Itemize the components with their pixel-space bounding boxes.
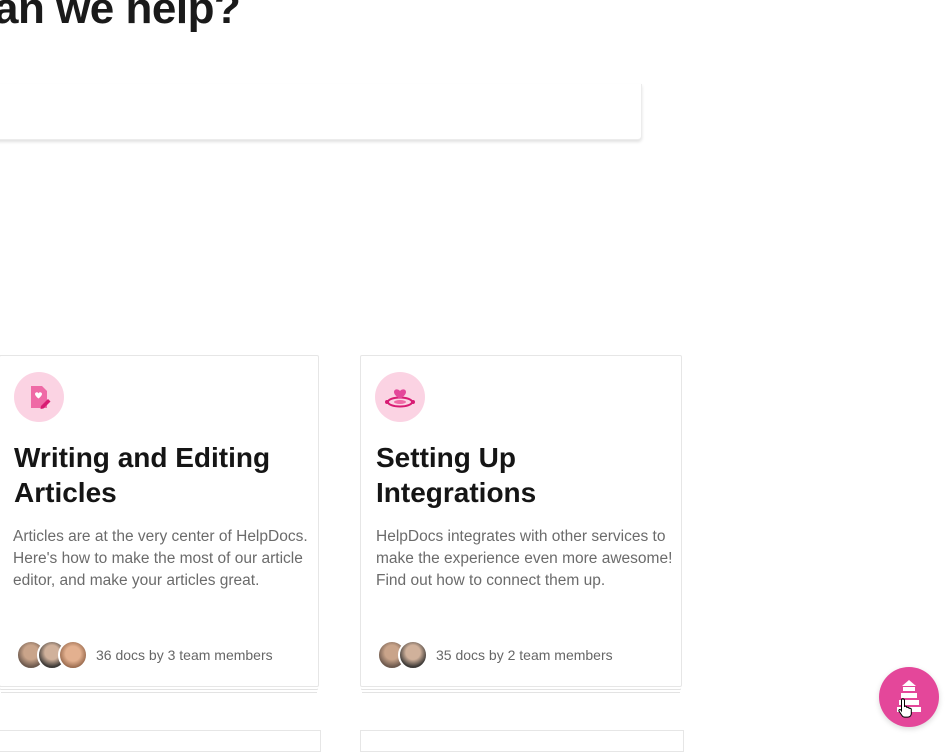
category-card[interactable] [0, 730, 321, 752]
category-title[interactable]: Setting Up Integrations [376, 440, 666, 510]
help-launcher-button[interactable] [879, 667, 939, 727]
search-input[interactable] [0, 84, 641, 139]
avatar [58, 640, 88, 670]
integrations-heart-icon [375, 372, 425, 422]
category-card-writing-editing[interactable]: Writing and Editing Articles Articles ar… [0, 355, 319, 687]
doc-count: 36 docs by 3 team members [96, 647, 273, 663]
category-description: HelpDocs integrates with other services … [376, 528, 673, 589]
search-box[interactable] [0, 84, 642, 140]
category-description: Articles are at the very center of HelpD… [13, 528, 308, 589]
category-card-integrations[interactable]: Setting Up Integrations HelpDocs integra… [360, 355, 682, 687]
author-avatars [377, 640, 428, 670]
page-title: an we help? [0, 0, 241, 33]
doc-count: 35 docs by 2 team members [436, 647, 613, 663]
edit-document-heart-icon [14, 372, 64, 422]
category-meta: 36 docs by 3 team members [16, 640, 273, 670]
category-meta: 35 docs by 2 team members [377, 640, 613, 670]
hand-cursor-icon [898, 698, 912, 718]
category-title[interactable]: Writing and Editing Articles [14, 440, 304, 510]
author-avatars [16, 640, 88, 670]
category-card[interactable] [360, 730, 684, 752]
avatar [398, 640, 428, 670]
